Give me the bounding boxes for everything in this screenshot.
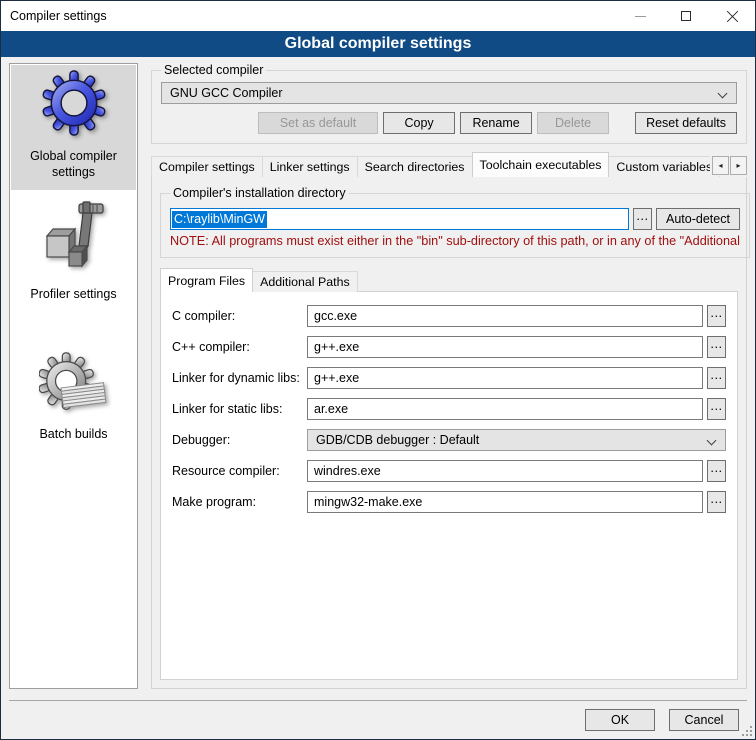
- sidebar-item-global-compiler-settings[interactable]: Global compiler settings: [11, 65, 136, 190]
- tab-search-directories[interactable]: Search directories: [357, 156, 473, 177]
- footer: OK Cancel: [1, 701, 755, 731]
- installation-directory-group: Compiler's installation directory C:\ray…: [160, 186, 750, 258]
- cpp-compiler-row: C++ compiler: g++.exe...: [172, 336, 726, 358]
- main-tabstrip: Compiler settingsLinker settingsSearch d…: [151, 152, 747, 177]
- selected-path-text: C:\raylib\MinGW: [172, 211, 267, 228]
- tab-scroll-arrows: ◂ ▸: [710, 155, 747, 176]
- caption-buttons: [617, 1, 755, 31]
- linker-dynamic-libs-browse-button[interactable]: ...: [707, 367, 726, 389]
- inner-tabstrip: Program FilesAdditional Paths: [160, 268, 738, 292]
- make-program-input[interactable]: mingw32-make.exe: [307, 491, 703, 513]
- debugger-label: Debugger:: [172, 433, 303, 447]
- make-program-label: Make program:: [172, 495, 303, 509]
- linker-static-libs-row: Linker for static libs: ar.exe...: [172, 398, 726, 420]
- minimize-button[interactable]: [617, 1, 663, 31]
- installation-directory-browse-button[interactable]: ...: [633, 208, 652, 230]
- profiler-caliper-icon: [39, 200, 109, 279]
- c-compiler-row: C compiler: gcc.exe...: [172, 305, 726, 327]
- close-button[interactable]: [709, 1, 755, 31]
- cancel-button[interactable]: Cancel: [669, 709, 739, 731]
- set-as-default-button: Set as default: [258, 112, 378, 134]
- sidebar-item-profiler-settings[interactable]: Profiler settings: [11, 195, 136, 311]
- linker-dynamic-libs-label: Linker for dynamic libs:: [172, 371, 303, 385]
- copy-button[interactable]: Copy: [383, 112, 455, 134]
- selected-compiler-group: Selected compiler GNU GCC Compiler Set a…: [151, 63, 747, 144]
- debugger-row: Debugger: GDB/CDB debugger : Default: [172, 429, 726, 451]
- sidebar-item-label: Profiler settings: [30, 286, 116, 302]
- cpp-compiler-browse-button[interactable]: ...: [707, 336, 726, 358]
- page-title: Global compiler settings: [1, 31, 755, 57]
- cpp-compiler-label: C++ compiler:: [172, 340, 303, 354]
- selected-compiler-legend: Selected compiler: [161, 63, 266, 77]
- tab-linker-settings[interactable]: Linker settings: [262, 156, 358, 177]
- program-files-page: C compiler: gcc.exe... C++ compiler: g++.ex…: [160, 291, 738, 680]
- delete-button: Delete: [537, 112, 609, 134]
- resource-compiler-row: Resource compiler: windres.exe...: [172, 460, 726, 482]
- installation-directory-input[interactable]: C:\raylib\MinGW: [170, 208, 629, 230]
- make-program-browse-button[interactable]: ...: [707, 491, 726, 513]
- maximize-icon: [681, 11, 691, 21]
- compiler-settings-window: Compiler settings Global compiler settin…: [0, 0, 756, 740]
- ok-button[interactable]: OK: [585, 709, 655, 731]
- window-title: Compiler settings: [1, 9, 107, 23]
- compiler-select-value: GNU GCC Compiler: [170, 86, 283, 100]
- sidebar-item-label: Global compiler settings: [13, 148, 134, 181]
- resource-compiler-input[interactable]: windres.exe: [307, 460, 703, 482]
- installation-directory-legend: Compiler's installation directory: [170, 186, 349, 200]
- reset-defaults-button[interactable]: Reset defaults: [635, 112, 737, 134]
- sidebar-item-batch-builds[interactable]: Batch builds: [11, 345, 136, 451]
- linker-dynamic-libs-input[interactable]: g++.exe: [307, 367, 703, 389]
- cpp-compiler-input[interactable]: g++.exe: [307, 336, 703, 358]
- tab-scroll-left-button[interactable]: ◂: [712, 156, 729, 175]
- tab-additional-paths[interactable]: Additional Paths: [252, 271, 358, 292]
- batch-builds-gear-icon: [39, 350, 109, 419]
- settings-sidebar: Global compiler settings: [9, 63, 138, 689]
- compiler-buttons-row: Set as defaultCopyRenameDelete Reset defa…: [161, 112, 737, 134]
- compiler-select[interactable]: GNU GCC Compiler: [161, 82, 737, 104]
- tab-compiler-settings[interactable]: Compiler settings: [151, 156, 263, 177]
- linker-static-libs-input[interactable]: ar.exe: [307, 398, 703, 420]
- debugger-select[interactable]: GDB/CDB debugger : Default: [307, 429, 726, 451]
- chevron-down-icon: [718, 89, 728, 99]
- linker-static-libs-label: Linker for static libs:: [172, 402, 303, 416]
- sidebar-item-label: Batch builds: [39, 426, 107, 442]
- auto-detect-button[interactable]: Auto-detect: [656, 208, 740, 230]
- chevron-down-icon: [707, 436, 717, 446]
- maximize-button[interactable]: [663, 1, 709, 31]
- tab-toolchain-executables[interactable]: Toolchain executables: [472, 152, 610, 177]
- make-program-row: Make program: mingw32-make.exe...: [172, 491, 726, 513]
- blue-gear-icon: [41, 70, 107, 141]
- linker-static-libs-browse-button[interactable]: ...: [707, 398, 726, 420]
- tab-scroll-right-button[interactable]: ▸: [730, 156, 747, 175]
- titlebar: Compiler settings: [1, 1, 755, 31]
- dialog-body: Global compiler settings: [1, 57, 755, 689]
- resource-compiler-label: Resource compiler:: [172, 464, 303, 478]
- installation-directory-row: C:\raylib\MinGW ... Auto-detect: [170, 208, 740, 230]
- resource-compiler-browse-button[interactable]: ...: [707, 460, 726, 482]
- bin-subdirectory-note: NOTE: All programs must exist either in …: [170, 234, 740, 248]
- minimize-icon: [635, 16, 646, 17]
- c-compiler-browse-button[interactable]: ...: [707, 305, 726, 327]
- resize-grip[interactable]: [741, 725, 752, 736]
- c-compiler-input[interactable]: gcc.exe: [307, 305, 703, 327]
- tab-program-files[interactable]: Program Files: [160, 268, 253, 292]
- c-compiler-label: C compiler:: [172, 309, 303, 323]
- rename-button[interactable]: Rename: [460, 112, 532, 134]
- close-icon: [726, 10, 739, 23]
- tab-custom-variables[interactable]: Custom variables: [608, 156, 720, 177]
- main-panel: Selected compiler GNU GCC Compiler Set a…: [151, 63, 747, 689]
- toolchain-executables-page: Compiler's installation directory C:\ray…: [151, 176, 747, 689]
- linker-dynamic-libs-row: Linker for dynamic libs: g++.exe...: [172, 367, 726, 389]
